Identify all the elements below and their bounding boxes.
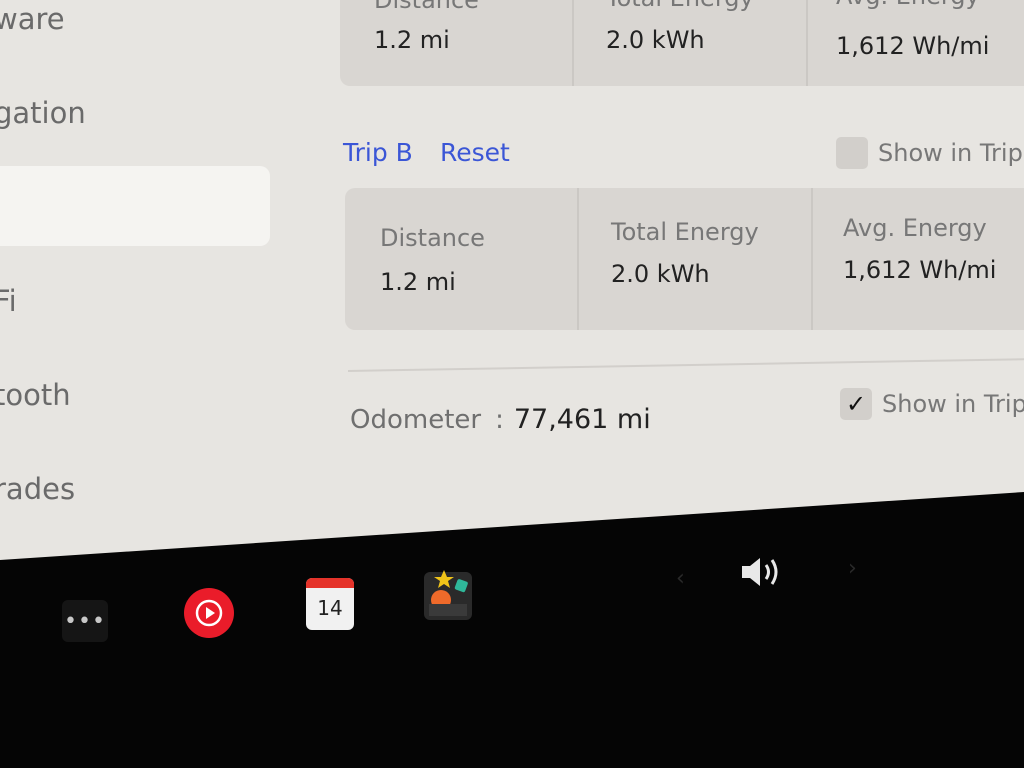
calendar-icon[interactable]: 14 (306, 578, 354, 630)
calendar-day: 14 (317, 596, 343, 620)
sidebar-item-label: ware (0, 2, 65, 36)
sidebar-item-label: tooth (0, 378, 71, 412)
trip-b-energy: Total Energy 2.0 kWh (577, 188, 811, 330)
odometer-show-in-trips[interactable]: ✓ Show in Trips (840, 388, 1024, 420)
odometer-value: 77,461 mi (513, 404, 651, 435)
odometer-row: Odometer:77,461 mi (350, 404, 651, 435)
energy-label: Total Energy (611, 218, 759, 246)
trip-a-avg-energy: Avg. Energy 1,612 Wh/mi (806, 0, 1024, 86)
trip-b-avg-energy: Avg. Energy 1,612 Wh/mi (811, 188, 1024, 330)
sidebar-item-upgrades[interactable]: rades (0, 472, 75, 506)
trip-b-title: Trip B (343, 138, 413, 167)
sidebar-item-label: gation (0, 96, 86, 130)
trip-a-energy: Total Energy 2.0 kWh (572, 0, 806, 86)
sidebar-item-label: Fi (0, 284, 17, 318)
sidebar-item-trips[interactable]: s (0, 166, 270, 246)
trip-b-reset-button[interactable]: Reset (440, 138, 510, 167)
avg-energy-label: Avg. Energy (843, 214, 987, 242)
trip-a-distance: Distance 1.2 mi (340, 0, 572, 86)
sidebar-item-software[interactable]: ware (0, 2, 65, 36)
volume-up-chevron-icon[interactable]: › (848, 556, 857, 581)
show-in-trips-label: Show in Trips (878, 139, 1024, 167)
trip-b-distance: Distance 1.2 mi (345, 188, 577, 330)
sidebar-item-wifi[interactable]: Fi (0, 284, 17, 318)
odometer-show-in-trips-checkbox[interactable]: ✓ (840, 388, 872, 420)
taskbar (0, 560, 1024, 768)
distance-label: Distance (374, 0, 479, 14)
settings-sidebar: ware gation s Fi tooth rades (0, 0, 300, 560)
trip-a-stats: Distance 1.2 mi Total Energy 2.0 kWh Avg… (340, 0, 1024, 86)
sidebar-item-label: rades (0, 472, 76, 506)
odometer-separator: : (495, 405, 504, 435)
sidebar-item-navigation[interactable]: gation (0, 96, 86, 130)
sidebar-item-bluetooth[interactable]: tooth (0, 378, 71, 412)
show-in-trips-label: Show in Trips (882, 390, 1024, 418)
volume-icon[interactable] (740, 552, 790, 592)
volume-down-chevron-icon[interactable]: ‹ (676, 566, 685, 591)
settings-screen: ware gation s Fi tooth rades Distance 1.… (0, 0, 1024, 560)
trip-b-show-in-trips-checkbox[interactable] (836, 137, 868, 169)
avg-energy-value: 1,612 Wh/mi (836, 32, 990, 60)
odometer-label: Odometer (350, 405, 482, 435)
arcade-icon[interactable] (424, 568, 472, 620)
energy-value: 2.0 kWh (606, 26, 705, 54)
energy-label: Total Energy (606, 0, 754, 12)
distance-value: 1.2 mi (374, 26, 450, 54)
more-icon[interactable]: ••• (62, 600, 108, 642)
avg-energy-label: Avg. Energy (836, 0, 980, 10)
distance-label: Distance (380, 224, 485, 252)
calendar-header (306, 578, 354, 588)
youtube-music-icon[interactable] (184, 588, 234, 638)
trip-b-show-in-trips[interactable]: Show in Trips (836, 137, 1024, 169)
distance-value: 1.2 mi (380, 268, 456, 296)
avg-energy-value: 1,612 Wh/mi (843, 256, 997, 284)
energy-value: 2.0 kWh (611, 260, 710, 288)
section-divider (347, 357, 1024, 372)
trip-b-stats: Distance 1.2 mi Total Energy 2.0 kWh Avg… (345, 188, 1024, 330)
